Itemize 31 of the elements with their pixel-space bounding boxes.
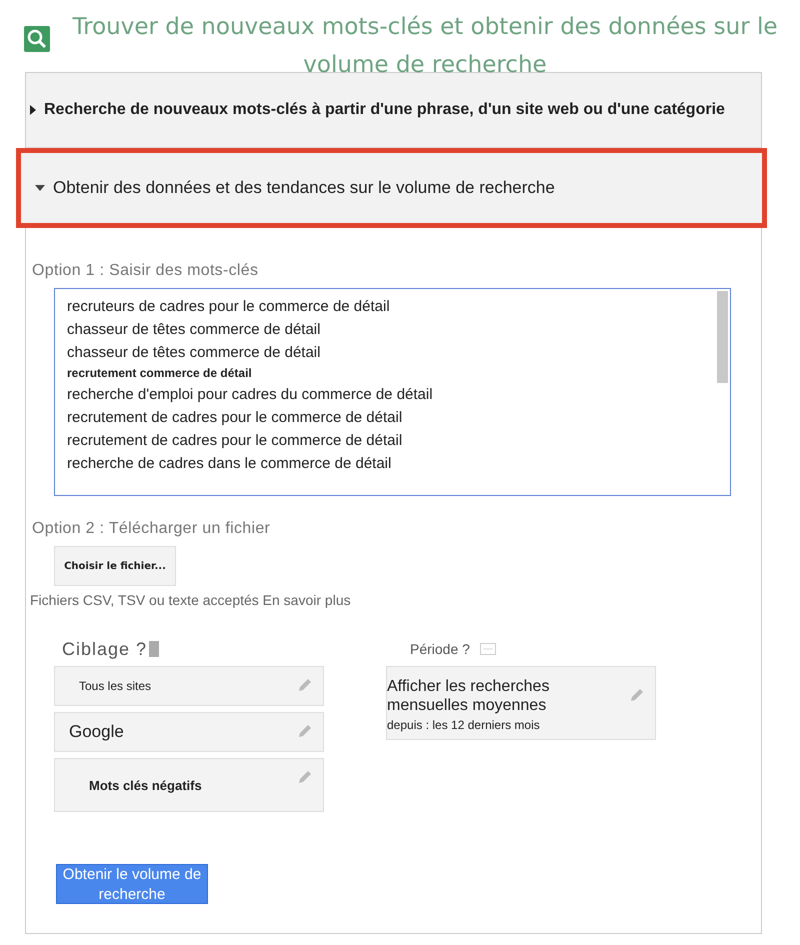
scrollbar[interactable] (717, 291, 728, 383)
section-header[interactable]: Recherche de nouveaux mots-clés à partir d'une phrase, d'un site web ou d'une catégorie (26, 73, 761, 148)
pencil-icon (297, 769, 313, 785)
targeting-label: Ciblage ? (62, 638, 148, 660)
choose-file-button[interactable]: Choisir le fichier... (54, 546, 176, 586)
keyword-line: recrutement de cadres pour le commerce de détail (67, 431, 404, 451)
get-volume-button[interactable]: Obtenir le volume de recherche (56, 864, 208, 904)
keyword-line: chasseur de têtes commerce de détail (67, 343, 322, 363)
period-label: Période ? (410, 641, 470, 657)
period-range: depuis : les 12 derniers mois (387, 718, 541, 732)
pencil-icon (297, 723, 313, 739)
keyword-line: recherche de cadres dans le commerce de détail (67, 454, 392, 474)
targeting-value: Tous les sites (78, 679, 152, 693)
targeting-value: Mots clés négatifs (88, 778, 202, 792)
keyword-line: recruteurs de cadres pour le commerce de détail (67, 297, 391, 317)
file-hint: Fichiers CSV, TSV ou texte acceptés En savoir plus (30, 592, 352, 608)
keyword-line: recrutement de cadres pour le commerce de détail (67, 408, 404, 428)
caret-down-icon (35, 185, 45, 191)
option-label: Option 1 : Saisir des mots-clés (32, 262, 260, 280)
period-value: Afficher les recherches mensuelles moyennes (387, 677, 550, 715)
pencil-icon (297, 677, 313, 693)
keyword-line: recrutement commerce de détail (67, 365, 253, 382)
keyword-line: chasseur de têtes commerce de détail (67, 320, 322, 340)
search-icon (24, 26, 50, 52)
caret-right-icon (30, 105, 36, 115)
keyword-line: recherche d'emploi pour cadres du commerce de détail (67, 385, 434, 405)
targeting-value: Google (69, 722, 124, 742)
pencil-icon (629, 687, 645, 703)
option-label: Option 2 : Télécharger un fichier (32, 520, 272, 538)
section-header[interactable]: Obtenir des données et des tendances sur le volume de recherche (16, 148, 767, 228)
keywords-field[interactable] (54, 288, 731, 496)
